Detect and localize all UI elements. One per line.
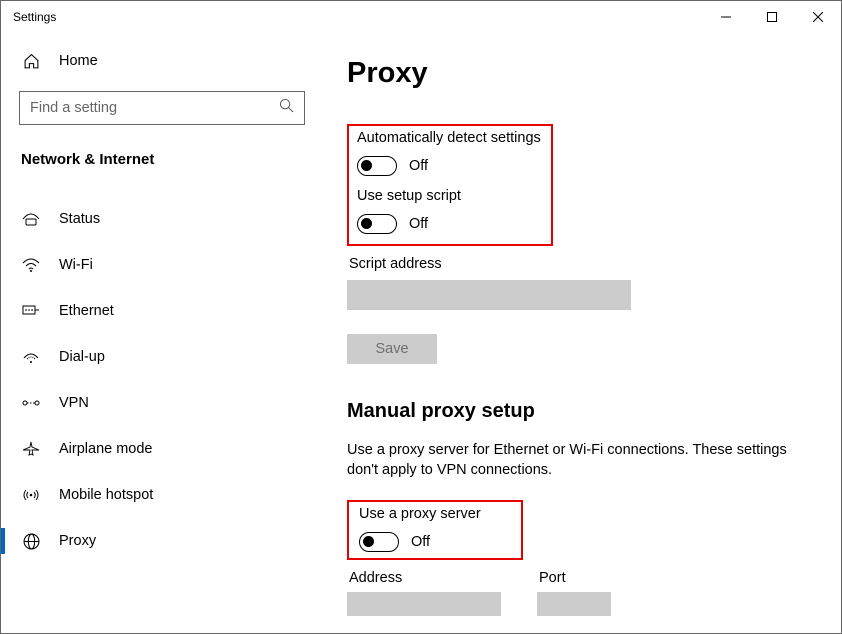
main-panel: Proxy Automatically detect settings Off …: [323, 33, 841, 633]
save-button[interactable]: Save: [347, 334, 437, 364]
port-column: Port: [537, 570, 611, 616]
auto-detect-toggle-row: Off: [357, 156, 543, 176]
use-proxy-toggle[interactable]: [359, 532, 399, 552]
home-icon: [21, 53, 41, 70]
manual-proxy-desc: Use a proxy server for Ethernet or Wi-Fi…: [347, 441, 807, 480]
minimize-icon: [721, 12, 731, 22]
content-area: Home Network & Internet Status: [1, 33, 841, 633]
sidebar-item-wifi[interactable]: Wi-Fi: [1, 242, 323, 288]
sidebar-item-hotspot[interactable]: Mobile hotspot: [1, 472, 323, 518]
sidebar-item-label: Ethernet: [59, 303, 114, 319]
auto-detect-toggle[interactable]: [357, 156, 397, 176]
search-icon: [279, 98, 294, 118]
titlebar-controls: [703, 1, 841, 33]
sidebar-item-label: Proxy: [59, 533, 96, 549]
ethernet-icon: [21, 304, 41, 318]
setup-script-state: Off: [409, 216, 428, 232]
setup-script-toggle-row: Off: [357, 214, 543, 234]
sidebar-item-label: Status: [59, 211, 100, 227]
airplane-icon: [21, 441, 41, 457]
sidebar-item-label: VPN: [59, 395, 89, 411]
search-input[interactable]: [30, 100, 279, 116]
script-address-input[interactable]: [347, 280, 631, 310]
nav-list: Status Wi-Fi Ethernet: [1, 178, 323, 564]
side-panel: Home Network & Internet Status: [1, 33, 323, 633]
address-input[interactable]: [347, 592, 501, 616]
settings-window: Settings Home: [0, 0, 842, 634]
proxy-icon: [21, 533, 41, 550]
setup-script-label: Use setup script: [357, 188, 543, 204]
search-box[interactable]: [19, 91, 305, 125]
home-nav[interactable]: Home: [1, 41, 323, 81]
use-proxy-state: Off: [411, 534, 430, 550]
status-icon: [21, 212, 41, 226]
dialup-icon: [21, 350, 41, 364]
sidebar-item-label: Wi-Fi: [59, 257, 93, 273]
home-label: Home: [59, 53, 98, 69]
sidebar-item-ethernet[interactable]: Ethernet: [1, 288, 323, 334]
port-input[interactable]: [537, 592, 611, 616]
sidebar-item-label: Dial-up: [59, 349, 105, 365]
sidebar-item-airplane[interactable]: Airplane mode: [1, 426, 323, 472]
sidebar-item-label: Mobile hotspot: [59, 487, 153, 503]
sidebar-item-vpn[interactable]: VPN: [1, 380, 323, 426]
auto-detect-state: Off: [409, 158, 428, 174]
address-port-row: Address Port: [347, 570, 813, 616]
vpn-icon: [21, 396, 41, 410]
setup-script-toggle[interactable]: [357, 214, 397, 234]
sidebar-item-label: Airplane mode: [59, 441, 153, 457]
script-address-label: Script address: [349, 256, 813, 272]
sidebar-item-dialup[interactable]: Dial-up: [1, 334, 323, 380]
use-proxy-toggle-row: Off: [359, 532, 511, 552]
maximize-button[interactable]: [749, 1, 795, 33]
use-proxy-label: Use a proxy server: [359, 506, 511, 522]
wifi-icon: [21, 258, 41, 272]
page-title: Proxy: [347, 57, 813, 90]
auto-proxy-highlight: Automatically detect settings Off Use se…: [347, 124, 553, 246]
category-header: Network & Internet: [1, 133, 323, 178]
manual-proxy-title: Manual proxy setup: [347, 400, 813, 423]
hotspot-icon: [21, 487, 41, 503]
close-icon: [813, 12, 823, 22]
sidebar-item-status[interactable]: Status: [1, 196, 323, 242]
use-proxy-highlight: Use a proxy server Off: [347, 500, 523, 560]
address-label: Address: [349, 570, 501, 586]
titlebar: Settings: [1, 1, 841, 33]
auto-detect-label: Automatically detect settings: [357, 130, 543, 146]
maximize-icon: [767, 12, 777, 22]
close-button[interactable]: [795, 1, 841, 33]
search-container: [1, 81, 323, 133]
address-column: Address: [347, 570, 501, 616]
port-label: Port: [539, 570, 611, 586]
minimize-button[interactable]: [703, 1, 749, 33]
window-title: Settings: [13, 10, 56, 24]
sidebar-item-proxy[interactable]: Proxy: [1, 518, 323, 564]
